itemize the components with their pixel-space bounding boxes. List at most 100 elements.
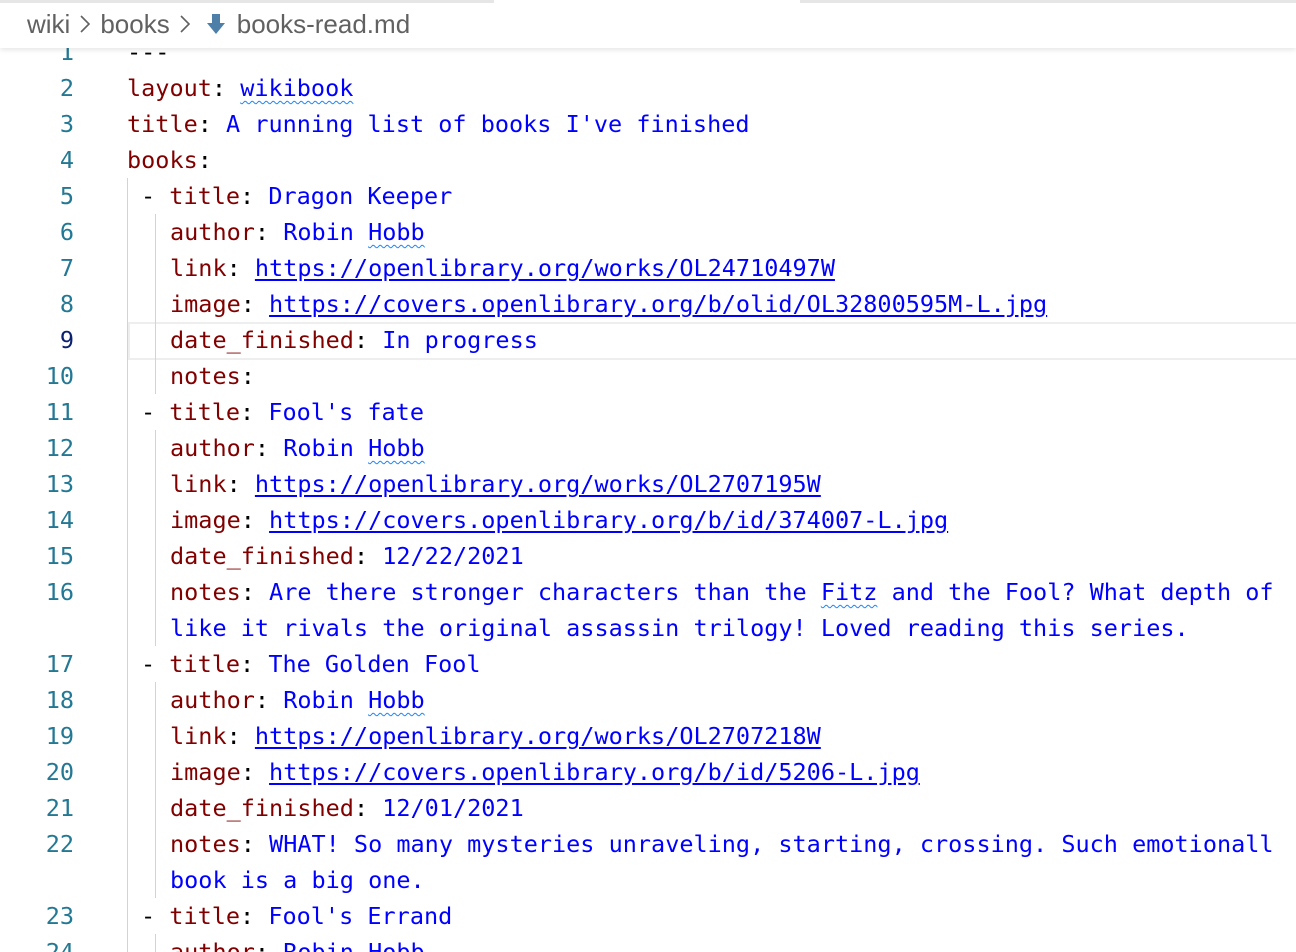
- url-token[interactable]: https://openlibrary.org/works/OL2707218W: [255, 722, 821, 750]
- editor-line[interactable]: 4 books:: [0, 142, 1296, 178]
- editor-line[interactable]: 15 date_finished: 12/22/2021: [0, 538, 1296, 574]
- url-token[interactable]: https://openlibrary.org/works/OL2707195W: [255, 470, 821, 498]
- punctuation: :: [240, 398, 269, 426]
- yaml-value: Robin: [283, 686, 369, 714]
- code-text: link: https://openlibrary.org/works/OL27…: [170, 718, 821, 754]
- url-token[interactable]: https://covers.openlibrary.org/b/id/3740…: [269, 506, 948, 534]
- line-number: 20: [45, 758, 74, 786]
- editor-line[interactable]: 2 layout: wikibook: [0, 70, 1296, 106]
- tab-bar-edge: [0, 0, 1296, 3]
- code-text: date_finished: 12/22/2021: [170, 538, 524, 574]
- punctuation: :: [254, 218, 284, 246]
- chevron-right-icon: [179, 14, 191, 34]
- line-number: 2: [59, 74, 74, 102]
- punctuation: :: [240, 578, 270, 606]
- punctuation: :: [226, 470, 255, 498]
- code-text: like it rivals the original assassin tri…: [170, 610, 1189, 646]
- editor-line[interactable]: 19 link: https://openlibrary.org/works/OL…: [0, 718, 1296, 754]
- breadcrumb: wiki books books-read.md: [0, 0, 1296, 48]
- line-number: 12: [45, 434, 74, 462]
- punctuation: :: [353, 542, 383, 570]
- yaml-key: author: [170, 938, 255, 952]
- code-text: - title: Fool's Errand: [141, 898, 452, 934]
- yaml-value: Fool's fate: [268, 398, 424, 426]
- editor-line[interactable]: 24 author: Robin Hobb: [0, 934, 1296, 952]
- editor-line[interactable]: 21 date_finished: 12/01/2021: [0, 790, 1296, 826]
- editor-line[interactable]: 7 link: https://openlibrary.org/works/OL2…: [0, 250, 1296, 286]
- line-number: 13: [45, 470, 74, 498]
- url-token[interactable]: https://covers.openlibrary.org/b/id/5206…: [269, 758, 920, 786]
- editor-line[interactable]: 9 date_finished: In progress: [0, 322, 1296, 360]
- editor-line[interactable]: 17 - title: The Golden Fool: [0, 646, 1296, 682]
- code-text: date_finished: 12/01/2021: [170, 790, 524, 826]
- editor-line[interactable]: 5 - title: Dragon Keeper: [0, 178, 1296, 214]
- yaml-key: image: [170, 290, 241, 318]
- code-text: notes:: [170, 358, 255, 394]
- editor-line[interactable]: like it rivals the original assassin tri…: [0, 610, 1296, 646]
- code-text: notes: WHAT! So many mysteries unravelin…: [170, 826, 1274, 862]
- line-number: 23: [45, 902, 74, 930]
- indent-guide: [155, 934, 156, 952]
- yaml-key: date_finished: [170, 542, 354, 570]
- punctuation: :: [197, 110, 227, 138]
- code-text: - title: Dragon Keeper: [141, 178, 452, 214]
- line-number: 19: [45, 722, 74, 750]
- editor-line[interactable]: 8 image: https://covers.openlibrary.org/b…: [0, 286, 1296, 322]
- yaml-value: The Golden Fool: [268, 650, 481, 678]
- punctuation: :: [226, 722, 255, 750]
- code-text: notes: Are there stronger characters tha…: [170, 574, 1274, 610]
- yaml-key: title: [169, 902, 241, 930]
- editor-line[interactable]: 23 - title: Fool's Errand: [0, 898, 1296, 934]
- editor-line[interactable]: 18 author: Robin Hobb: [0, 682, 1296, 718]
- editor-line[interactable]: 6 author: Robin Hobb: [0, 214, 1296, 250]
- punctuation: :: [197, 146, 212, 174]
- code-text: image: https://covers.openlibrary.org/b/…: [170, 502, 948, 538]
- punctuation: :: [240, 758, 270, 786]
- yaml-key: image: [170, 506, 241, 534]
- editor-line[interactable]: 22 notes: WHAT! So many mysteries unravel…: [0, 826, 1296, 862]
- yaml-value: like it rivals the original assassin tri…: [170, 614, 1189, 642]
- yaml-value: Are there stronger characters than the: [269, 578, 821, 606]
- code-text: - title: Fool's fate: [141, 394, 424, 430]
- url-token[interactable]: https://openlibrary.org/works/OL24710497…: [255, 254, 835, 282]
- punctuation: -: [141, 182, 170, 210]
- breadcrumb-item-file[interactable]: books-read.md: [237, 9, 410, 40]
- punctuation: :: [240, 290, 270, 318]
- chevron-right-icon: [79, 14, 91, 34]
- editor-line[interactable]: 11 - title: Fool's fate: [0, 394, 1296, 430]
- yaml-key: notes: [170, 362, 241, 390]
- line-number: 14: [45, 506, 74, 534]
- yaml-value: and the Fool? What depth of: [877, 578, 1274, 606]
- editor-line[interactable]: book is a big one.: [0, 862, 1296, 898]
- breadcrumb-item-wiki[interactable]: wiki: [27, 9, 70, 40]
- code-text: author: Robin Hobb: [170, 214, 425, 250]
- url-token[interactable]: https://covers.openlibrary.org/b/olid/OL…: [269, 290, 1047, 318]
- line-number: 6: [59, 218, 74, 246]
- editor-line[interactable]: 3 title: A running list of books I've fin…: [0, 106, 1296, 142]
- line-number: 8: [59, 290, 74, 318]
- punctuation: :: [254, 434, 284, 462]
- yaml-value: 12/01/2021: [382, 794, 524, 822]
- editor-line[interactable]: 13 link: https://openlibrary.org/works/OL…: [0, 466, 1296, 502]
- editor-line[interactable]: 10 notes:: [0, 358, 1296, 394]
- code-editor[interactable]: 1 --- 2 layout: wikibook 3 title: A running l…: [0, 0, 1296, 952]
- yaml-key: title: [169, 398, 241, 426]
- yaml-value: Hobb: [368, 434, 425, 462]
- editor-line[interactable]: 20 image: https://covers.openlibrary.org/…: [0, 754, 1296, 790]
- yaml-value: wikibook: [240, 74, 354, 102]
- editor-line[interactable]: 12 author: Robin Hobb: [0, 430, 1296, 466]
- line-number: 5: [59, 182, 74, 210]
- line-number: 22: [45, 830, 74, 858]
- yaml-key: link: [170, 722, 227, 750]
- punctuation: -: [141, 398, 170, 426]
- editor-line[interactable]: 14 image: https://covers.openlibrary.org/…: [0, 502, 1296, 538]
- markdown-download-icon: [206, 12, 226, 36]
- editor-line[interactable]: 16 notes: Are there stronger characters t…: [0, 574, 1296, 610]
- yaml-value: Hobb: [368, 218, 425, 246]
- code-text: link: https://openlibrary.org/works/OL24…: [170, 250, 835, 286]
- yaml-value: In progress: [382, 326, 538, 354]
- indent-guide: [155, 214, 156, 394]
- punctuation: :: [240, 506, 270, 534]
- code-text: image: https://covers.openlibrary.org/b/…: [170, 286, 1047, 322]
- breadcrumb-item-books[interactable]: books: [100, 9, 169, 40]
